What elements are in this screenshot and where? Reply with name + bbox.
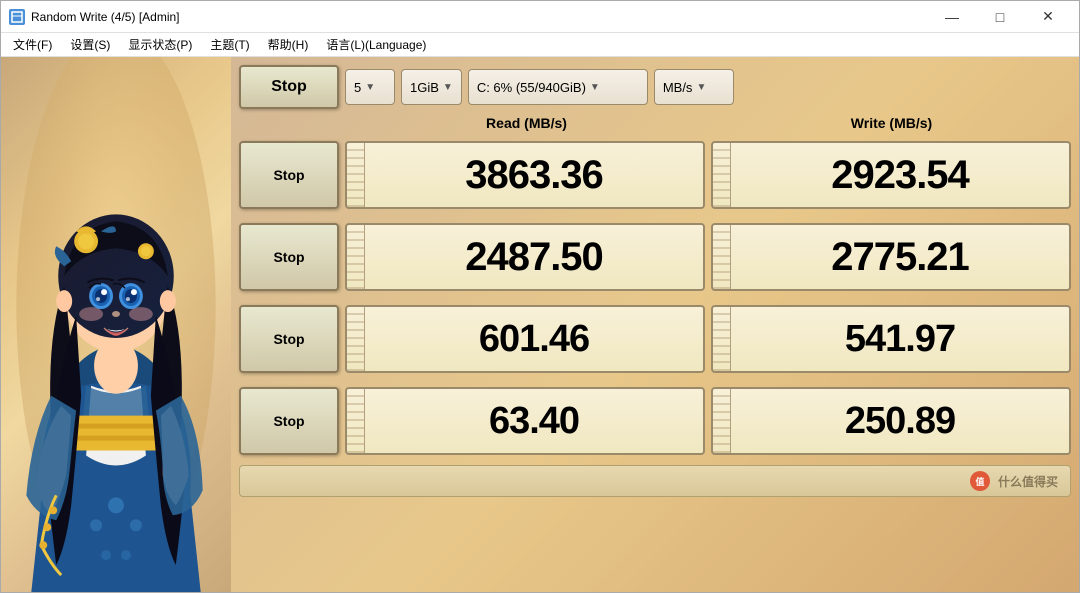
test-size-value: 1GiB: [410, 80, 439, 95]
data-row-1: Stop 3863.36 2923.54: [239, 137, 1071, 213]
read-accent-3: [347, 307, 365, 371]
watermark-text: 什么值得买: [998, 473, 1058, 490]
read-value-4: 63.40: [365, 400, 703, 443]
app-icon: [9, 9, 25, 25]
read-value-3: 601.46: [365, 318, 703, 361]
write-header: Write (MB/s): [712, 115, 1071, 131]
stop-button-3[interactable]: Stop: [239, 305, 339, 373]
write-accent-2: [713, 225, 731, 289]
write-value-box-2: 2775.21: [711, 223, 1071, 291]
window-controls: — □ ✕: [929, 2, 1071, 32]
controls-row: Stop 5 ▼ 1GiB ▼ C: 6% (55/940GiB) ▼ MB/s…: [239, 65, 1071, 109]
close-button[interactable]: ✕: [1025, 2, 1071, 32]
main-content: Stop 5 ▼ 1GiB ▼ C: 6% (55/940GiB) ▼ MB/s…: [1, 57, 1079, 592]
data-row-2: Stop 2487.50 2775.21: [239, 219, 1071, 295]
read-header: Read (MB/s): [347, 115, 706, 131]
unit-arrow: ▼: [696, 82, 706, 93]
menu-language[interactable]: 语言(L)(Language): [318, 34, 434, 55]
stop-button-4[interactable]: Stop: [239, 387, 339, 455]
stop-button-2[interactable]: Stop: [239, 223, 339, 291]
write-value-3: 541.97: [731, 318, 1069, 361]
write-accent-1: [713, 143, 731, 207]
table-header-row: Read (MB/s) Write (MB/s): [239, 115, 1071, 131]
menu-display[interactable]: 显示状态(P): [120, 34, 200, 55]
menu-help[interactable]: 帮助(H): [260, 34, 317, 55]
write-value-2: 2775.21: [731, 235, 1069, 280]
read-value-box-1: 3863.36: [345, 141, 705, 209]
stop-button-1[interactable]: Stop: [239, 141, 339, 209]
read-accent-2: [347, 225, 365, 289]
queue-depth-value: 5: [354, 80, 361, 95]
read-value-2: 2487.50: [365, 235, 703, 280]
test-size-dropdown[interactable]: 1GiB ▼: [401, 69, 462, 105]
menu-file[interactable]: 文件(F): [5, 34, 60, 55]
write-value-4: 250.89: [731, 400, 1069, 443]
watermark-icon: 值: [970, 471, 990, 491]
read-value-box-3: 601.46: [345, 305, 705, 373]
read-value-1: 3863.36: [365, 153, 703, 198]
menu-bar: 文件(F) 设置(S) 显示状态(P) 主题(T) 帮助(H) 语言(L)(La…: [1, 33, 1079, 57]
read-value-box-4: 63.40: [345, 387, 705, 455]
data-row-4: Stop 63.40 250.89: [239, 383, 1071, 459]
minimize-button[interactable]: —: [929, 2, 975, 32]
drive-dropdown[interactable]: C: 6% (55/940GiB) ▼: [468, 69, 648, 105]
data-row-3: Stop 601.46 541.97: [239, 301, 1071, 377]
write-value-box-3: 541.97: [711, 305, 1071, 373]
unit-dropdown[interactable]: MB/s ▼: [654, 69, 734, 105]
drive-value: C: 6% (55/940GiB): [477, 80, 586, 95]
read-accent-4: [347, 389, 365, 453]
title-bar: Random Write (4/5) [Admin] — □ ✕: [1, 1, 1079, 33]
menu-theme[interactable]: 主题(T): [202, 34, 257, 55]
anime-character: [1, 57, 231, 592]
write-value-box-1: 2923.54: [711, 141, 1071, 209]
write-value-1: 2923.54: [731, 153, 1069, 198]
drive-arrow: ▼: [590, 82, 600, 93]
window-title: Random Write (4/5) [Admin]: [31, 10, 929, 24]
write-accent-4: [713, 389, 731, 453]
unit-value: MB/s: [663, 80, 693, 95]
test-size-arrow: ▼: [443, 82, 453, 93]
write-value-box-4: 250.89: [711, 387, 1071, 455]
queue-depth-dropdown[interactable]: 5 ▼: [345, 69, 395, 105]
app-window: Random Write (4/5) [Admin] — □ ✕ 文件(F) 设…: [0, 0, 1080, 593]
maximize-button[interactable]: □: [977, 2, 1023, 32]
menu-settings[interactable]: 设置(S): [62, 34, 118, 55]
bottom-bar: 值 什么值得买: [239, 465, 1071, 497]
queue-depth-arrow: ▼: [365, 82, 375, 93]
right-panel: Stop 5 ▼ 1GiB ▼ C: 6% (55/940GiB) ▼ MB/s…: [231, 57, 1079, 592]
read-accent-1: [347, 143, 365, 207]
stop-button-main[interactable]: Stop: [239, 65, 339, 109]
character-area: [1, 57, 231, 592]
write-accent-3: [713, 307, 731, 371]
read-value-box-2: 2487.50: [345, 223, 705, 291]
